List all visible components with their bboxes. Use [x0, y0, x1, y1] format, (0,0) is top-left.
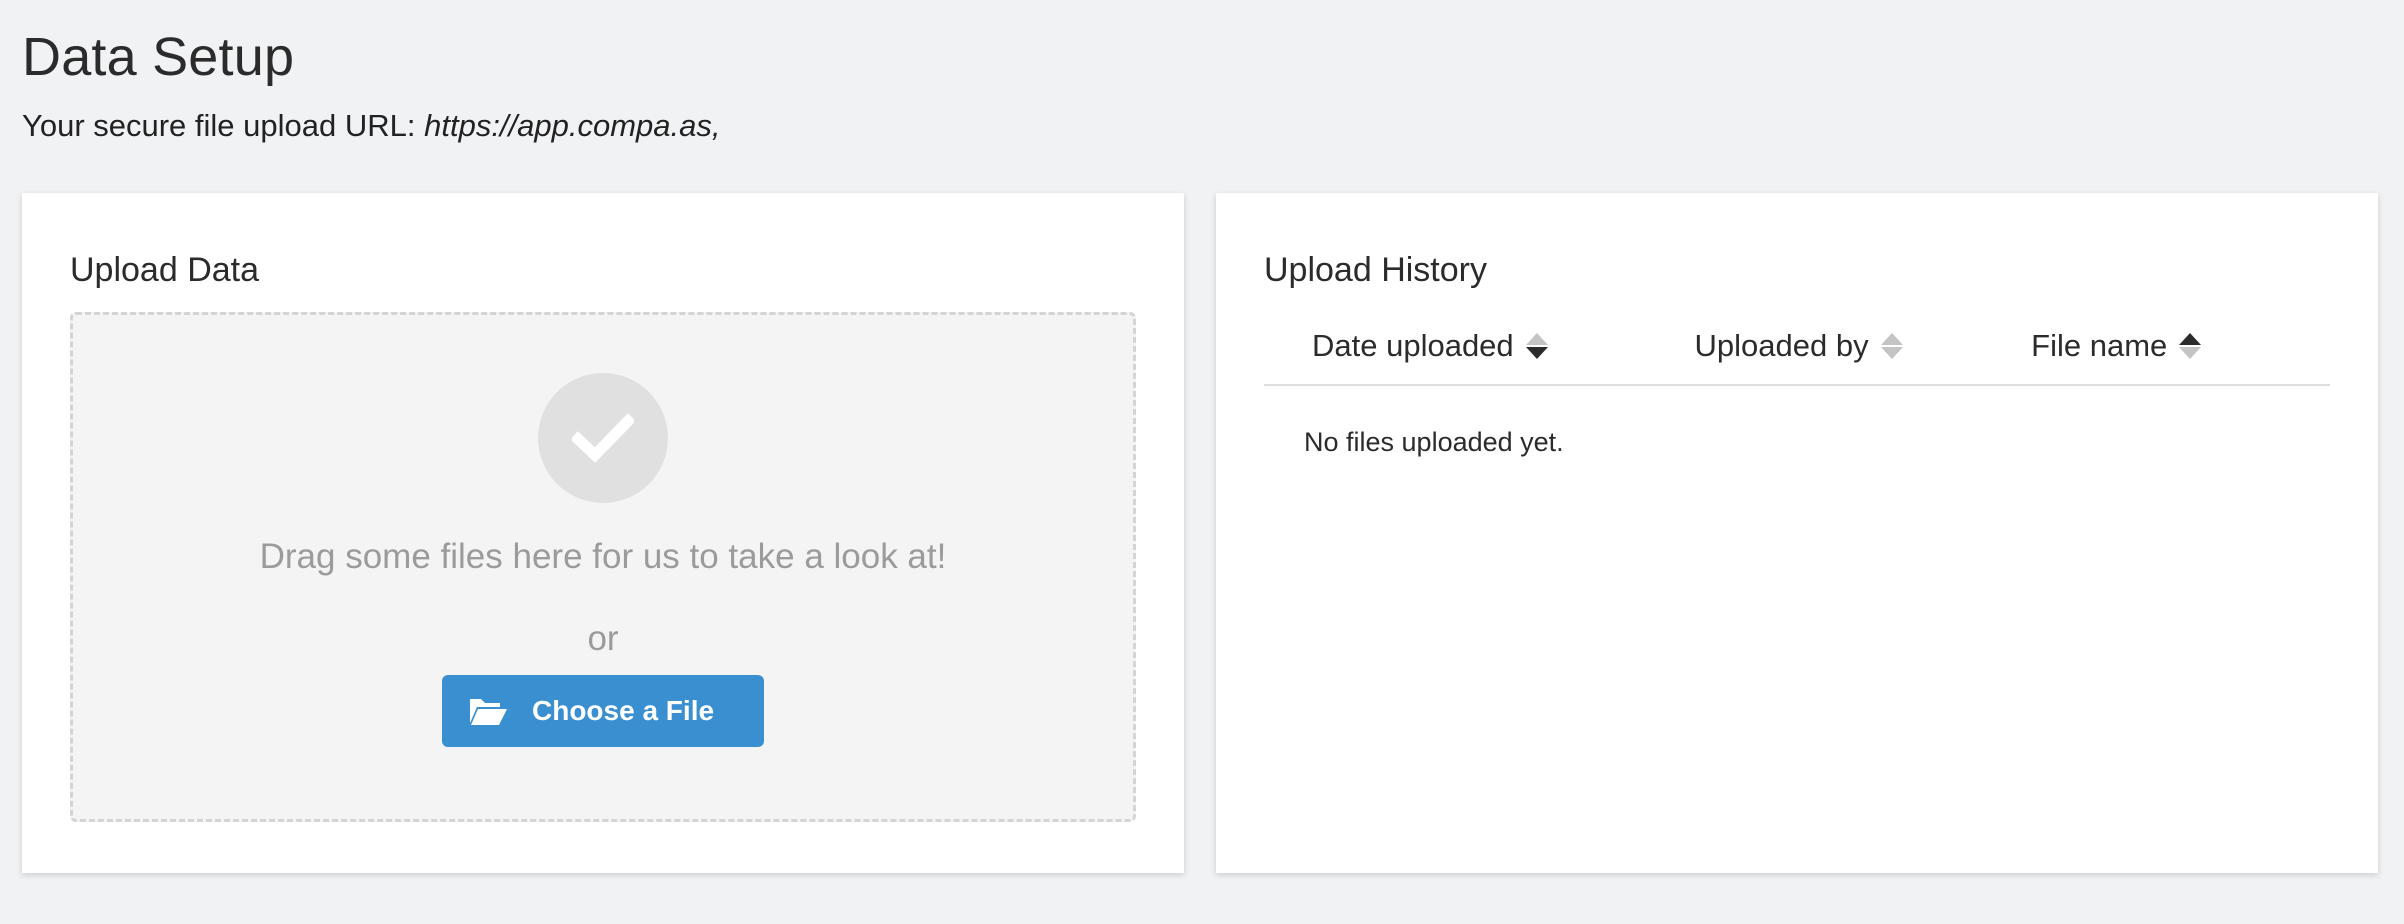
data-setup-page: Data Setup Your secure file upload URL: …	[0, 0, 2404, 924]
or-separator: or	[587, 619, 619, 658]
upload-data-card: Upload Data Drag some files here for us …	[22, 193, 1184, 873]
column-header-date-uploaded[interactable]: Date uploaded	[1312, 328, 1695, 364]
upload-url-line: Your secure file upload URL: https://app…	[22, 104, 2382, 148]
upload-history-card: Upload History Date uploaded Uploaded by	[1216, 193, 2378, 873]
upload-url-label: Your secure file upload URL:	[22, 108, 416, 143]
sort-icon	[1525, 333, 1548, 359]
cards-row: Upload Data Drag some files here for us …	[22, 193, 2382, 873]
table-header: Date uploaded Uploaded by File name	[1264, 320, 2330, 386]
column-header-uploaded-by[interactable]: Uploaded by	[1695, 328, 2032, 364]
upload-data-title: Upload Data	[70, 251, 260, 289]
empty-state-message: No files uploaded yet.	[1304, 427, 1564, 457]
choose-file-button[interactable]: Choose a File	[442, 675, 764, 747]
upload-history-title: Upload History	[1264, 251, 1487, 289]
folder-open-icon	[468, 695, 508, 727]
drop-instructions: Drag some files here for us to take a lo…	[259, 537, 947, 576]
choose-file-label: Choose a File	[532, 695, 715, 726]
check-icon	[538, 373, 668, 503]
page-title: Data Setup	[22, 27, 295, 87]
upload-history-table: Date uploaded Uploaded by File name No f…	[1264, 320, 2330, 462]
column-label: Date uploaded	[1312, 328, 1514, 363]
sort-icon	[2179, 333, 2202, 359]
file-dropzone[interactable]: Drag some files here for us to take a lo…	[70, 312, 1136, 822]
upload-url-value[interactable]: https://app.compa.as,	[424, 108, 720, 143]
column-label: File name	[2031, 328, 2168, 363]
column-label: Uploaded by	[1694, 328, 1869, 363]
sort-icon	[1880, 333, 1903, 359]
column-header-file-name[interactable]: File name	[2031, 328, 2330, 364]
